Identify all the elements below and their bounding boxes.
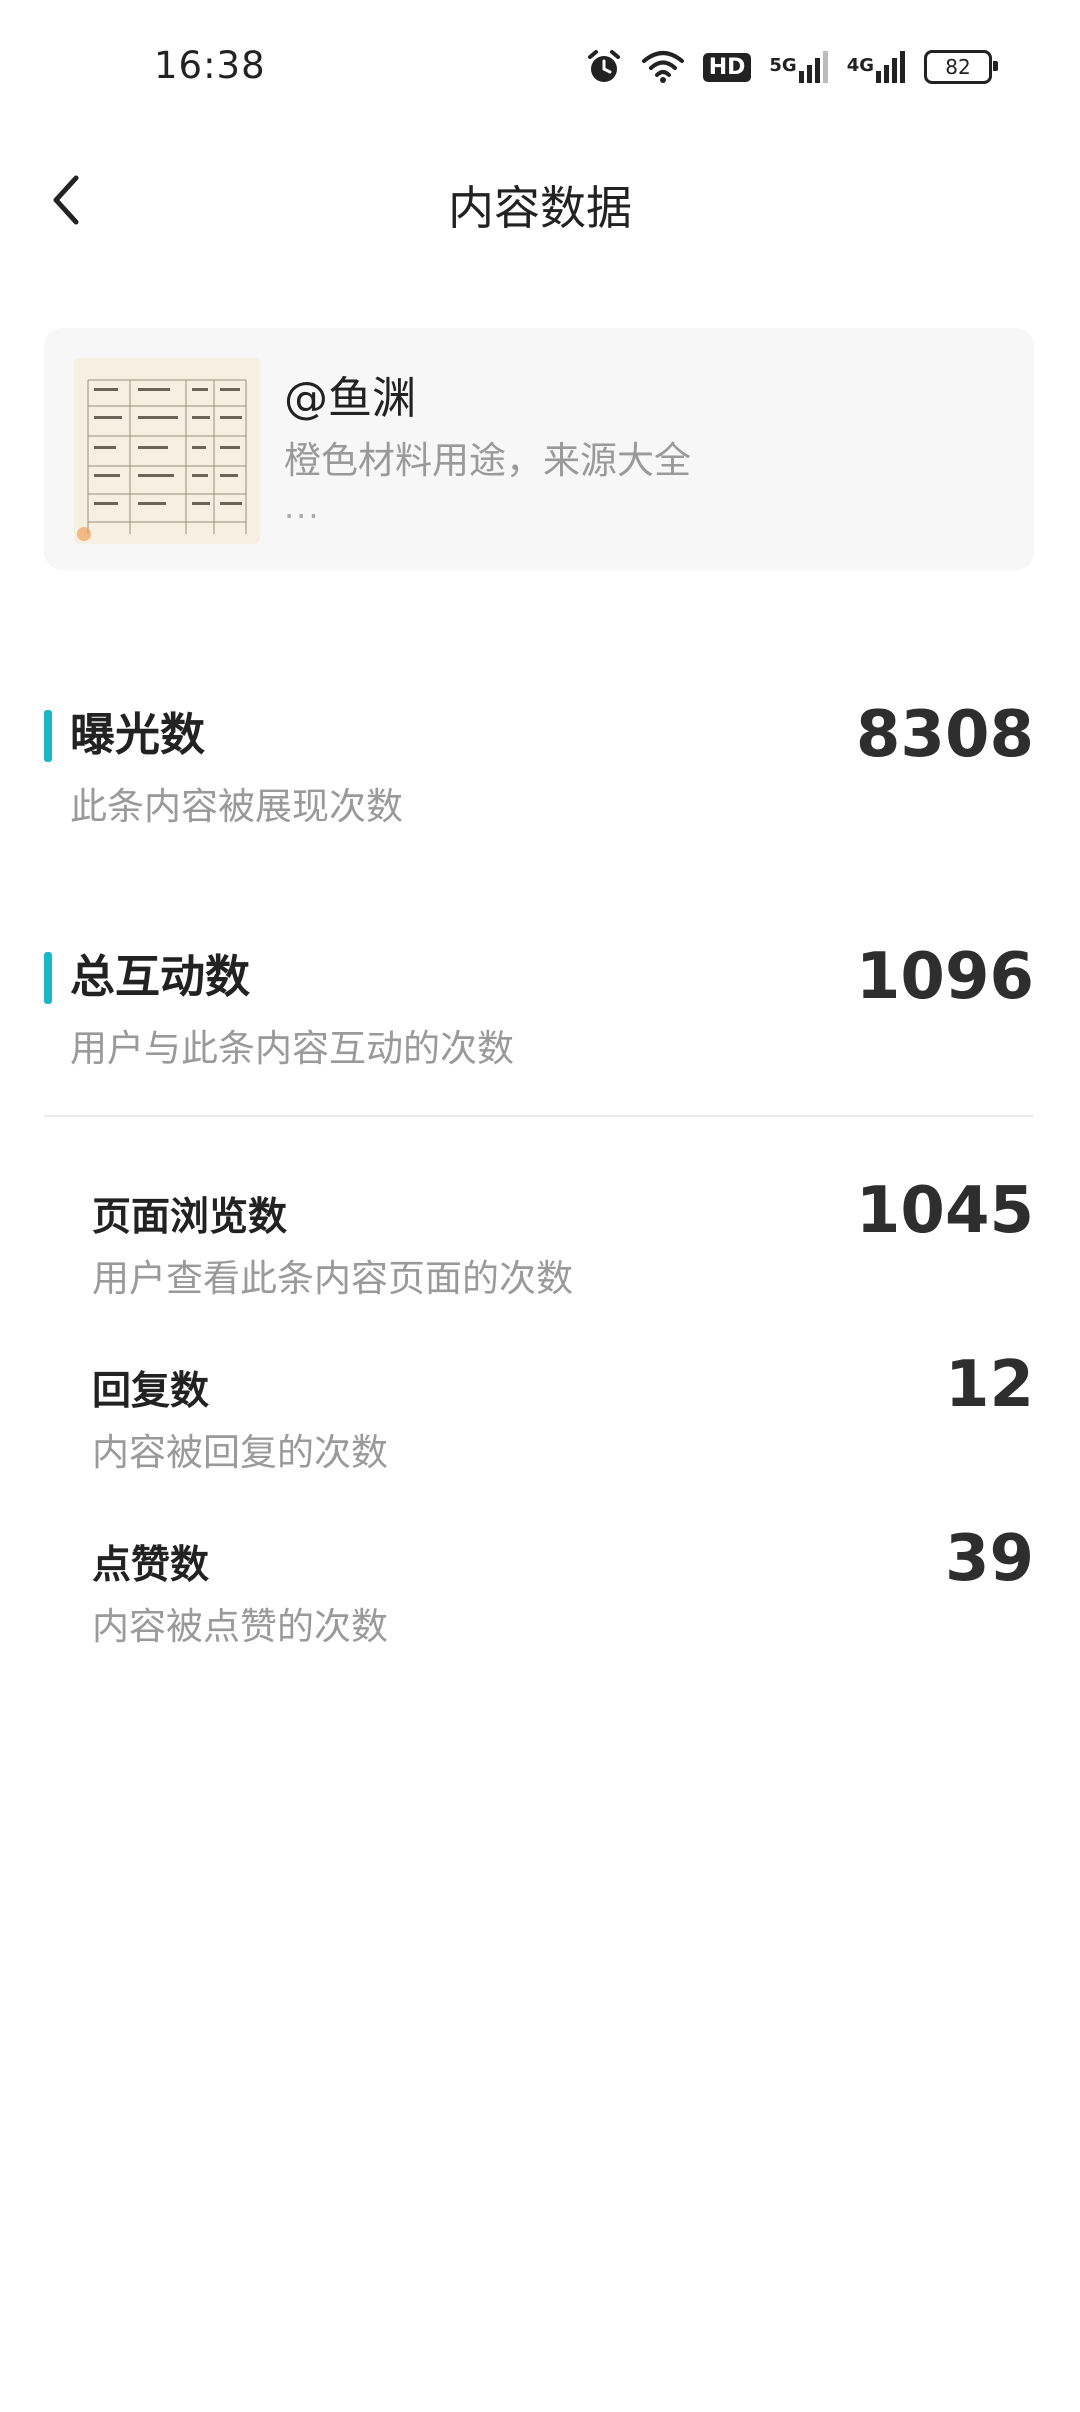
metric-description: 用户与此条内容互动的次数 [70,1027,514,1070]
signal-5g-icon: 5G [769,51,828,83]
metric-label: 曝光数 [70,708,206,761]
net-5g-label: 5G [769,55,797,76]
sub-metric-description: 内容被点赞的次数 [92,1605,388,1648]
sub-metric-value: 12 [944,1348,1034,1422]
net-4g-label: 4G [846,55,874,76]
hd-label: HD [702,52,752,82]
header: 内容数据 [0,150,1080,250]
content-ellipsis: ... [284,488,321,526]
sub-metric-label: 点赞数 [92,1543,210,1588]
content-author: @鱼渊 [284,373,416,424]
metric-value: 8308 [855,698,1034,772]
page-title: 内容数据 [448,181,632,235]
alarm-icon [585,48,623,86]
sub-metric-value: 39 [944,1522,1034,1596]
sub-metric-value: 1045 [855,1174,1034,1248]
battery-level: 82 [924,50,998,84]
metric-description: 此条内容被展现次数 [70,785,403,828]
sub-metric-label: 回复数 [92,1369,210,1414]
metric-impressions: 曝光数 此条内容被展现次数 8308 [44,698,1034,828]
hd-icon: HD [702,52,752,82]
sub-metric-replies: 回复数 内容被回复的次数 12 [92,1348,1034,1474]
metric-interactions: 总互动数 用户与此条内容互动的次数 1096 [44,940,1034,1070]
battery-icon: 82 [924,50,998,84]
sub-metric-label: 页面浏览数 [92,1195,288,1240]
metric-label: 总互动数 [70,950,251,1003]
status-icons: HD 5G 4G 82 [585,42,998,92]
metric-value: 1096 [855,940,1034,1014]
wifi-icon [641,49,685,85]
sub-metric-description: 内容被回复的次数 [92,1431,388,1474]
content-card[interactable]: @鱼渊 橙色材料用途，来源大全 ... [44,328,1034,570]
sub-metric-page-views: 页面浏览数 用户查看此条内容页面的次数 1045 [92,1174,1034,1300]
signal-4g-icon: 4G [847,51,906,83]
sub-metric-likes: 点赞数 内容被点赞的次数 39 [92,1522,1034,1648]
status-bar: 16:38 HD 5G 4G 82 [0,0,1080,130]
divider [44,1115,1034,1117]
accent-bar [44,952,52,1004]
content-excerpt: 橙色材料用途，来源大全 [284,439,691,482]
content-thumbnail[interactable] [74,358,260,544]
sub-metric-description: 用户查看此条内容页面的次数 [92,1257,573,1300]
status-time: 16:38 [154,44,266,87]
accent-bar [44,710,52,762]
